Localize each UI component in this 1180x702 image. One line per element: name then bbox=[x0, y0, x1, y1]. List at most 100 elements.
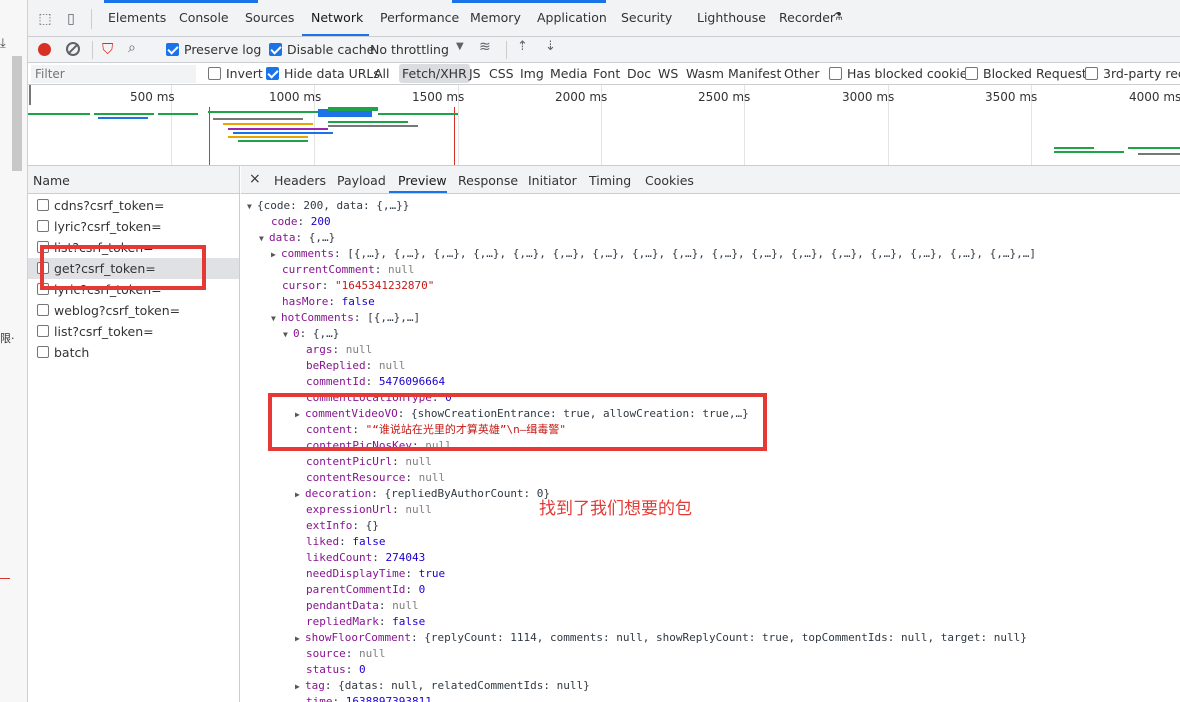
tab-headers[interactable]: Headers bbox=[274, 173, 326, 188]
request-row[interactable]: lyric?csrf_token= bbox=[28, 216, 239, 237]
filter-type-img[interactable]: Img bbox=[520, 66, 544, 81]
toolbar-divider bbox=[92, 41, 93, 59]
filter-type-all[interactable]: All bbox=[374, 66, 390, 81]
clear-button[interactable] bbox=[66, 42, 80, 56]
device-toolbar-icon[interactable]: ▯ bbox=[63, 11, 79, 27]
json-line: parentCommentId: 0 bbox=[306, 583, 426, 596]
tab-console[interactable]: Console bbox=[179, 10, 229, 25]
json-line: liked: false bbox=[306, 535, 386, 548]
tab-network[interactable]: Network bbox=[311, 10, 363, 25]
blocked-requests-checkbox[interactable] bbox=[965, 67, 978, 80]
tab-initiator[interactable]: Initiator bbox=[528, 173, 577, 188]
tab-security[interactable]: Security bbox=[621, 10, 672, 25]
request-checkbox[interactable] bbox=[37, 304, 49, 316]
tab-performance[interactable]: Performance bbox=[380, 10, 459, 25]
hide-data-urls-checkbox[interactable] bbox=[266, 67, 279, 80]
json-line[interactable]: ▼ data: {,…} bbox=[259, 230, 335, 246]
tab-timing[interactable]: Timing bbox=[589, 173, 631, 188]
json-line[interactable]: ▶ tag: {datas: null, relatedCommentIds: n… bbox=[295, 678, 590, 694]
throttling-select[interactable]: No throttling bbox=[370, 42, 449, 57]
request-bar bbox=[328, 107, 378, 111]
request-checkbox[interactable] bbox=[37, 346, 49, 358]
collapsed-triangle-icon[interactable]: ▶ bbox=[271, 247, 281, 263]
third-party-checkbox[interactable] bbox=[1085, 67, 1098, 80]
export-har-icon[interactable]: ⇣ bbox=[545, 39, 556, 54]
json-line[interactable]: ▶ comments: [{,…}, {,…}, {,…}, {,…}, {,…}… bbox=[271, 246, 1036, 262]
filter-bar: Invert Hide data URLs All Fetch/XHR JS C… bbox=[28, 63, 1180, 85]
tab-payload[interactable]: Payload bbox=[337, 173, 386, 188]
filter-type-wasm[interactable]: Wasm bbox=[686, 66, 724, 81]
collapsed-triangle-icon[interactable]: ▶ bbox=[295, 487, 305, 503]
json-line: likedCount: 274043 bbox=[306, 551, 426, 564]
json-line[interactable]: ▶ decoration: {repliedByAuthorCount: 0} bbox=[295, 486, 550, 502]
filter-input[interactable] bbox=[31, 65, 196, 83]
json-line[interactable]: ▼ hotComments: [{,…},…] bbox=[271, 310, 420, 326]
page-scrollbar[interactable] bbox=[12, 56, 22, 171]
filter-type-media[interactable]: Media bbox=[550, 66, 588, 81]
invert-checkbox[interactable] bbox=[208, 67, 221, 80]
inspect-element-icon[interactable]: ⬚ bbox=[37, 11, 53, 27]
import-har-icon[interactable]: ⇡ bbox=[517, 39, 528, 54]
tick-label: 500 ms bbox=[130, 90, 175, 104]
tab-elements[interactable]: Elements bbox=[108, 10, 166, 25]
name-column-header[interactable]: Name bbox=[28, 166, 239, 194]
json-line: contentPicUrl: null bbox=[306, 455, 432, 468]
request-checkbox[interactable] bbox=[37, 325, 49, 337]
tab-cookies[interactable]: Cookies bbox=[645, 173, 694, 188]
browser-tab-indicator bbox=[452, 0, 606, 3]
tab-memory[interactable]: Memory bbox=[470, 10, 521, 25]
chevron-down-icon[interactable]: ▼ bbox=[456, 41, 464, 52]
request-bar bbox=[213, 118, 303, 120]
filter-type-font[interactable]: Font bbox=[593, 66, 620, 81]
request-checkbox[interactable] bbox=[37, 199, 49, 211]
tab-preview[interactable]: Preview bbox=[398, 173, 447, 188]
filter-type-js[interactable]: JS bbox=[469, 66, 481, 81]
expanded-triangle-icon[interactable]: ▼ bbox=[271, 311, 281, 327]
active-tab-underline bbox=[302, 34, 369, 36]
disable-cache-checkbox[interactable] bbox=[269, 43, 282, 56]
request-name: cdns?csrf_token= bbox=[54, 198, 165, 213]
filter-type-manifest[interactable]: Manifest bbox=[728, 66, 781, 81]
json-line[interactable]: ▼ 0: {,…} bbox=[283, 326, 339, 342]
tab-sources[interactable]: Sources bbox=[245, 10, 294, 25]
expanded-triangle-icon[interactable]: ▼ bbox=[283, 327, 293, 343]
filter-type-css[interactable]: CSS bbox=[489, 66, 514, 81]
collapsed-triangle-icon[interactable]: ▶ bbox=[295, 631, 305, 647]
request-row[interactable]: list?csrf_token= bbox=[28, 321, 239, 342]
record-button[interactable] bbox=[38, 43, 51, 56]
tab-application[interactable]: Application bbox=[537, 10, 607, 25]
filter-type-other[interactable]: Other bbox=[784, 66, 820, 81]
search-icon[interactable]: ⌕ bbox=[128, 40, 136, 56]
request-bar bbox=[228, 136, 308, 138]
json-line: time: 1638897393811 bbox=[306, 695, 432, 702]
expanded-triangle-icon[interactable]: ▼ bbox=[247, 199, 257, 215]
tab-recorder[interactable]: Recorder bbox=[779, 10, 835, 25]
request-bar bbox=[328, 121, 408, 123]
collapsed-triangle-icon[interactable]: ▶ bbox=[295, 679, 305, 695]
filter-type-fetch-xhr[interactable]: Fetch/XHR bbox=[399, 64, 470, 83]
request-row[interactable]: batch bbox=[28, 342, 239, 363]
filter-type-ws[interactable]: WS bbox=[658, 66, 678, 81]
json-line: currentComment: null bbox=[282, 263, 415, 276]
network-conditions-icon[interactable]: ≋ bbox=[479, 39, 491, 55]
tab-lighthouse[interactable]: Lighthouse bbox=[697, 10, 766, 25]
network-overview-timeline[interactable]: 500 ms 1000 ms 1500 ms 2000 ms 2500 ms 3… bbox=[28, 85, 1180, 166]
page-background-strip: ⤓ 限· bbox=[0, 0, 28, 702]
preserve-log-label: Preserve log bbox=[184, 42, 262, 57]
filter-icon[interactable]: ⛉ bbox=[102, 41, 113, 57]
close-icon[interactable]: × bbox=[249, 171, 261, 187]
devtools-tab-bar: ⬚ ▯ Elements Console Sources Network Per… bbox=[28, 0, 1180, 37]
tab-response[interactable]: Response bbox=[458, 173, 518, 188]
json-root-line[interactable]: ▼ {code: 200, data: {,…}} bbox=[247, 198, 409, 214]
json-line: pendantData: null bbox=[306, 599, 419, 612]
expanded-triangle-icon[interactable]: ▼ bbox=[259, 231, 269, 247]
request-checkbox[interactable] bbox=[37, 220, 49, 232]
json-line: expressionUrl: null bbox=[306, 503, 432, 516]
annotation-box-request bbox=[40, 245, 206, 290]
json-line[interactable]: ▶ showFloorComment: {replyCount: 1114, co… bbox=[295, 630, 1027, 646]
preserve-log-checkbox[interactable] bbox=[166, 43, 179, 56]
request-row[interactable]: cdns?csrf_token= bbox=[28, 195, 239, 216]
has-blocked-cookies-checkbox[interactable] bbox=[829, 67, 842, 80]
request-row[interactable]: weblog?csrf_token= bbox=[28, 300, 239, 321]
filter-type-doc[interactable]: Doc bbox=[627, 66, 651, 81]
